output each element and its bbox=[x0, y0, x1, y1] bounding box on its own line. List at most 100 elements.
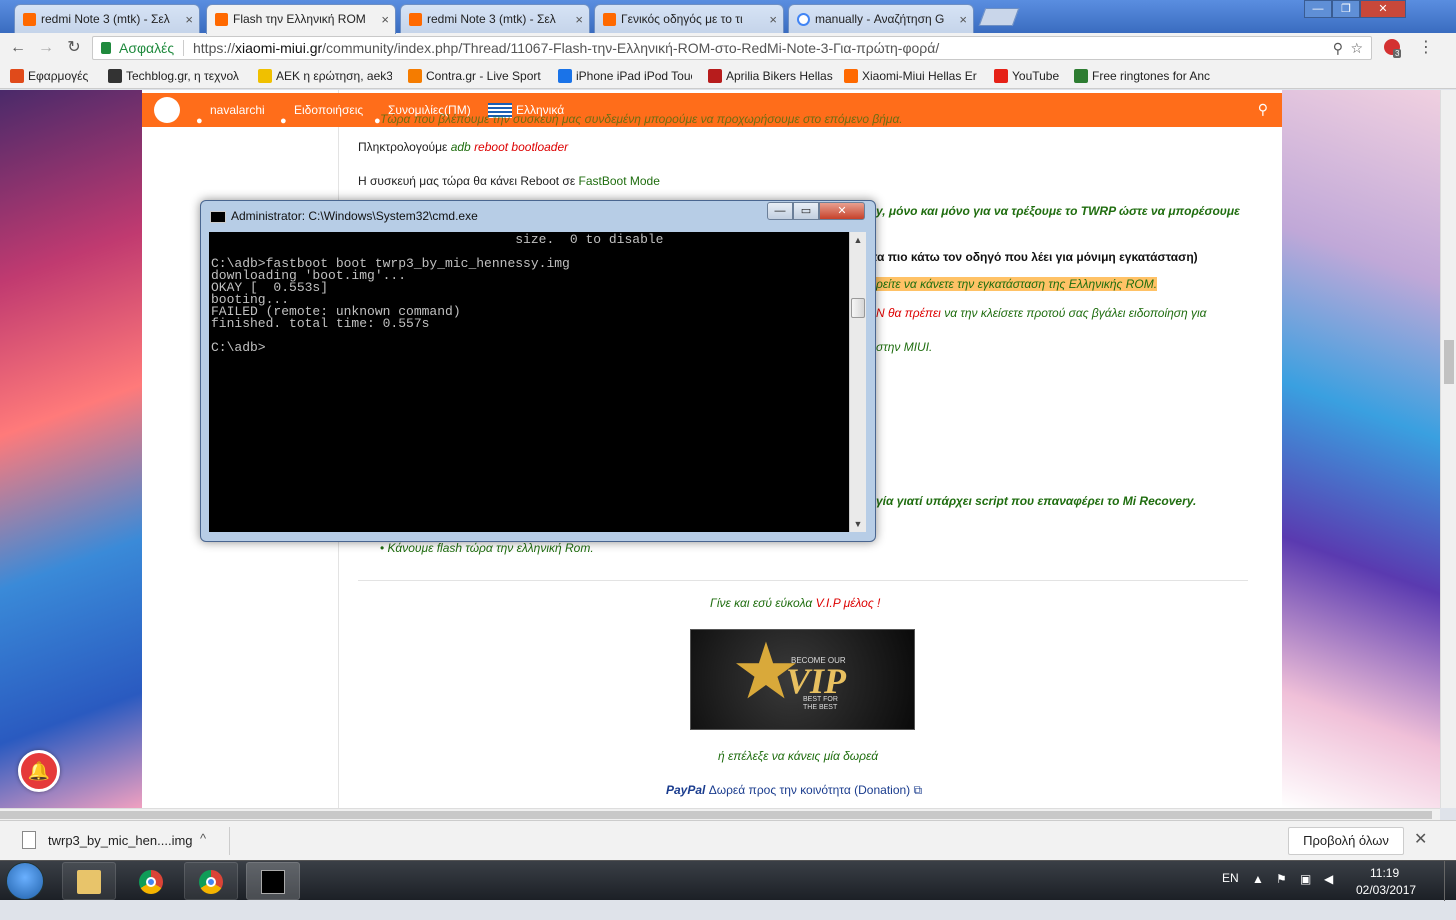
donate-link[interactable]: Δωρεά προς την κοινότητα (Donation) bbox=[709, 783, 910, 797]
bookmark-aprilia[interactable]: Aprilia Bikers Hellas bbox=[708, 67, 836, 85]
post-partial-4-red: N θα πρέπει bbox=[876, 306, 941, 320]
cmd-scroll-thumb[interactable] bbox=[851, 298, 865, 318]
tab-redmi-note-3-b[interactable]: redmi Note 3 (mtk) - Σελ × bbox=[400, 4, 590, 33]
taskbar-chrome-2[interactable] bbox=[184, 862, 238, 900]
bookmark-apps[interactable]: Εφαρμογές bbox=[10, 67, 96, 85]
taskbar-cmd[interactable] bbox=[246, 862, 300, 900]
url-text[interactable]: https://xiaomi-miui.gr/community/index.p… bbox=[193, 37, 939, 59]
horizontal-scroll-thumb[interactable] bbox=[0, 811, 1432, 819]
tab-redmi-note-3[interactable]: redmi Note 3 (mtk) - Σελ × bbox=[14, 4, 200, 33]
vip-suffix: ! bbox=[877, 596, 881, 610]
show-all-downloads-button[interactable]: Προβολή όλων bbox=[1288, 827, 1404, 855]
volume-icon[interactable]: ◀ bbox=[1324, 872, 1333, 886]
scroll-up-icon[interactable]: ▲ bbox=[850, 232, 866, 248]
nav-notifications[interactable]: ● Ειδοποιήσεις bbox=[280, 93, 363, 127]
bookmark-contra[interactable]: Contra.gr - Live Sport bbox=[408, 67, 542, 85]
contra-icon bbox=[408, 69, 422, 83]
vip-best-text: BEST FOR THE BEST bbox=[803, 696, 838, 711]
scroll-down-icon[interactable]: ▼ bbox=[850, 516, 866, 532]
bookmark-label: Xiaomi-Miui Hellas Er bbox=[862, 69, 977, 83]
chevron-up-icon[interactable]: ^ bbox=[200, 831, 206, 846]
new-tab-button[interactable] bbox=[978, 8, 1020, 26]
page-scrollbar[interactable] bbox=[1440, 90, 1456, 808]
browser-menu-icon[interactable]: ⋮ bbox=[1418, 37, 1434, 57]
url-prefix: https:// bbox=[193, 40, 236, 56]
console-line: OKAY [ 0.553s] bbox=[211, 280, 329, 295]
post-partial-1: y, μόνο και μόνο για να τρέξουμε το TWRP… bbox=[876, 204, 1240, 218]
notification-bell-icon[interactable]: 🔔 bbox=[18, 750, 60, 792]
window-minimize-button[interactable]: — bbox=[1304, 0, 1332, 18]
back-arrow-icon[interactable]: ← bbox=[8, 38, 28, 58]
window-maximize-button[interactable]: ❐ bbox=[1332, 0, 1360, 18]
bookmark-youtube[interactable]: YouTube bbox=[994, 67, 1064, 85]
url-host: xiaomi-miui.gr bbox=[235, 40, 323, 56]
bookmark-star-icon[interactable]: ☆ bbox=[1350, 37, 1363, 59]
tab-close-icon[interactable]: × bbox=[381, 5, 389, 34]
bookmark-techblog[interactable]: Techblog.gr, η τεχνολ bbox=[108, 67, 242, 85]
close-downloads-icon[interactable]: ✕ bbox=[1414, 829, 1427, 849]
cmd-scrollbar[interactable]: ▲ ▼ bbox=[849, 232, 866, 532]
cmd-close-button[interactable]: ✕ bbox=[819, 202, 865, 220]
start-button[interactable] bbox=[6, 862, 44, 900]
post-partial-3: ρείτε να κάνετε την εγκατάσταση της Ελλη… bbox=[876, 277, 1158, 291]
bookmark-label: Techblog.gr, η τεχνολ bbox=[126, 69, 239, 83]
iphone-icon bbox=[558, 69, 572, 83]
post-cmd-reboot: reboot bootloader bbox=[474, 140, 569, 154]
xiaomi-favicon-icon bbox=[23, 13, 36, 26]
taskbar-explorer[interactable] bbox=[62, 862, 116, 900]
bookmark-iphone[interactable]: iPhone iPad iPod Touc bbox=[558, 67, 692, 85]
forward-arrow-icon[interactable]: → bbox=[36, 38, 56, 58]
taskbar-chrome-1[interactable] bbox=[124, 862, 178, 900]
reload-icon[interactable]: ↻ bbox=[64, 38, 84, 58]
download-item[interactable]: twrp3_by_mic_hen....img ^ bbox=[18, 827, 230, 855]
post-reboot-message: Η συσκευή μας τώρα θα κάνει Reboot σε Fa… bbox=[358, 174, 660, 188]
network-icon[interactable]: ▣ bbox=[1300, 872, 1311, 886]
language-indicator[interactable]: EN bbox=[1222, 871, 1239, 885]
bookmark-aek[interactable]: ΑΕΚ η ερώτηση, aek3 bbox=[258, 67, 392, 85]
cmd-window[interactable]: Administrator: C:\Windows\System32\cmd.e… bbox=[200, 200, 876, 542]
zoom-icon[interactable]: ⚲ bbox=[1333, 37, 1343, 59]
paypal-logo: PayPal bbox=[666, 783, 706, 797]
clock-date[interactable]: 02/03/2017 bbox=[1356, 883, 1416, 897]
youtube-icon bbox=[994, 69, 1008, 83]
bell-icon: ● bbox=[280, 115, 287, 127]
bookmark-ringtones[interactable]: Free ringtones for Anc bbox=[1074, 67, 1212, 85]
tab-flash-greek-rom[interactable]: Flash την Ελληνική ROM × bbox=[206, 4, 396, 34]
action-center-flag-icon[interactable]: ⚑ bbox=[1276, 872, 1287, 886]
show-desktop-button[interactable] bbox=[1444, 861, 1456, 901]
tab-close-icon[interactable]: × bbox=[769, 5, 777, 33]
bookmark-xiaomi-miui[interactable]: Xiaomi-Miui Hellas Er bbox=[844, 67, 984, 85]
search-icon[interactable]: ⚲ bbox=[1258, 101, 1268, 118]
bookmark-label: Free ringtones for Anc bbox=[1092, 69, 1211, 83]
post-reboot-mode: FastBoot Mode bbox=[578, 174, 660, 188]
cmd-icon bbox=[210, 211, 226, 223]
tab-close-icon[interactable]: × bbox=[959, 5, 967, 33]
nav-user[interactable]: ● navalarchi bbox=[196, 93, 265, 127]
aprilia-icon bbox=[708, 69, 722, 83]
vip-link[interactable]: V.I.P μέλος bbox=[816, 596, 874, 610]
window-close-button[interactable]: ✕ bbox=[1360, 0, 1406, 18]
clock-time[interactable]: 11:19 bbox=[1370, 866, 1399, 880]
site-logo[interactable] bbox=[154, 97, 180, 123]
tray-expand-icon[interactable]: ▲ bbox=[1252, 872, 1264, 886]
page-scroll-thumb[interactable] bbox=[1444, 340, 1454, 384]
vip-banner[interactable]: ★ BECOME OUR VIP BEST FOR THE BEST bbox=[690, 629, 915, 730]
tab-google-search[interactable]: manually - Αναζήτηση G × bbox=[788, 4, 974, 33]
tab-close-icon[interactable]: × bbox=[575, 5, 583, 33]
horizontal-scrollbar[interactable] bbox=[0, 808, 1440, 820]
tab-general-guide[interactable]: Γενικός οδηγός με το τι × bbox=[594, 4, 784, 33]
bookmark-label: ΑΕΚ η ερώτηση, aek3 bbox=[276, 69, 392, 83]
address-bar[interactable]: Ασφαλές https://xiaomi-miui.gr/community… bbox=[92, 36, 1372, 60]
tab-close-icon[interactable]: × bbox=[185, 5, 193, 33]
nav-notifications-label: Ειδοποιήσεις bbox=[294, 103, 364, 117]
browser-toolbar: ← → ↻ Ασφαλές https://xiaomi-miui.gr/com… bbox=[0, 33, 1456, 63]
chrome-icon bbox=[199, 870, 223, 894]
file-icon bbox=[22, 831, 36, 849]
console-line: finished. total time: 0.557s bbox=[211, 316, 430, 331]
cmd-maximize-button[interactable]: ▭ bbox=[793, 202, 819, 220]
bookmarks-bar: Εφαρμογές Techblog.gr, η τεχνολ ΑΕΚ η ερ… bbox=[0, 63, 1456, 89]
cmd-minimize-button[interactable]: — bbox=[767, 202, 793, 220]
background-art-right bbox=[1282, 90, 1440, 808]
cmd-console[interactable]: size. 0 to disable C:\adb>fastboot boot … bbox=[209, 232, 849, 532]
google-favicon-icon bbox=[797, 13, 810, 26]
